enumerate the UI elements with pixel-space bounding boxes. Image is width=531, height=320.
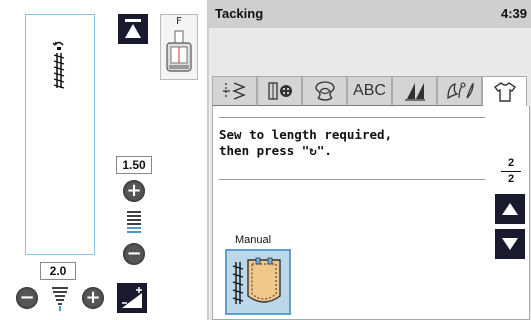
needle-up-button[interactable] [118,14,148,44]
mirror-button[interactable] [117,283,147,313]
stitch-width-icon [52,287,68,311]
tacking-stitch-icon [52,41,65,89]
mirror-image-icon [122,287,142,308]
length-increase-button[interactable]: + [123,180,145,202]
stitch-length-value: 1.50 [116,156,152,174]
tab-alphabet[interactable]: ABC [347,76,392,106]
tab-floral[interactable] [437,76,482,106]
width-increase-button[interactable]: + [82,287,104,309]
presser-foot-icon [166,30,192,72]
page-total: 2 [507,173,515,185]
arrow-up-icon [502,203,518,215]
utility-stitch-icon [222,82,246,100]
scroll-up-button[interactable] [495,194,525,224]
page-fraction-bar [501,171,521,172]
manual-mode-label: Manual [235,234,272,246]
divider-top [219,117,485,118]
stitch-title: Tacking [215,6,264,21]
arrow-down-icon [502,238,518,250]
tab-quilting[interactable] [482,76,527,106]
length-decrease-button[interactable]: − [123,243,145,265]
shirt-icon [493,81,516,102]
manual-tacking-icon [232,257,281,304]
stitch-preview [25,14,95,255]
width-decrease-button[interactable]: − [16,287,38,309]
status-header: Tacking 4:39 [209,0,531,28]
stitch-width-value: 2.0 [40,262,76,280]
floral-stitch-icon [446,82,474,100]
tab-satin[interactable] [392,76,437,106]
satin-stitch-icon [404,83,425,101]
tab-buttonhole[interactable] [257,76,302,106]
left-panel: F 1.50 + − 2.0 − + [0,0,207,320]
tab-decorative[interactable] [302,76,347,106]
buttonhole-icon [267,82,292,100]
sewing-machine-screen: F 1.50 + − 2.0 − + Tacking 4:39 ABC Sew … [0,0,531,320]
instruction-line-2: then press "↻". [219,143,332,158]
instruction-message: Sew to length required, then press "↻". [219,127,439,159]
needle-up-icon [125,19,141,38]
right-panel: Tacking 4:39 ABC Sew to length required,… [207,0,531,320]
content-area: Sew to length required, then press "↻". … [212,106,530,320]
tab-alphabet-label: ABC [353,82,386,99]
decorative-stitch-icon [314,81,335,101]
presser-foot-indicator: F [160,14,198,80]
page-current: 2 [507,157,515,169]
tab-utility-stitches[interactable] [212,76,257,106]
scroll-down-button[interactable] [495,229,525,259]
manual-mode-button[interactable] [225,249,291,315]
category-tabs: ABC [212,76,531,106]
instruction-line-1: Sew to length required, [219,127,393,142]
divider-bottom [219,179,485,180]
page-indicator: 2 2 [501,157,521,186]
clock: 4:39 [500,6,527,21]
presser-foot-label: F [176,16,182,27]
stitch-length-icon [127,211,141,233]
